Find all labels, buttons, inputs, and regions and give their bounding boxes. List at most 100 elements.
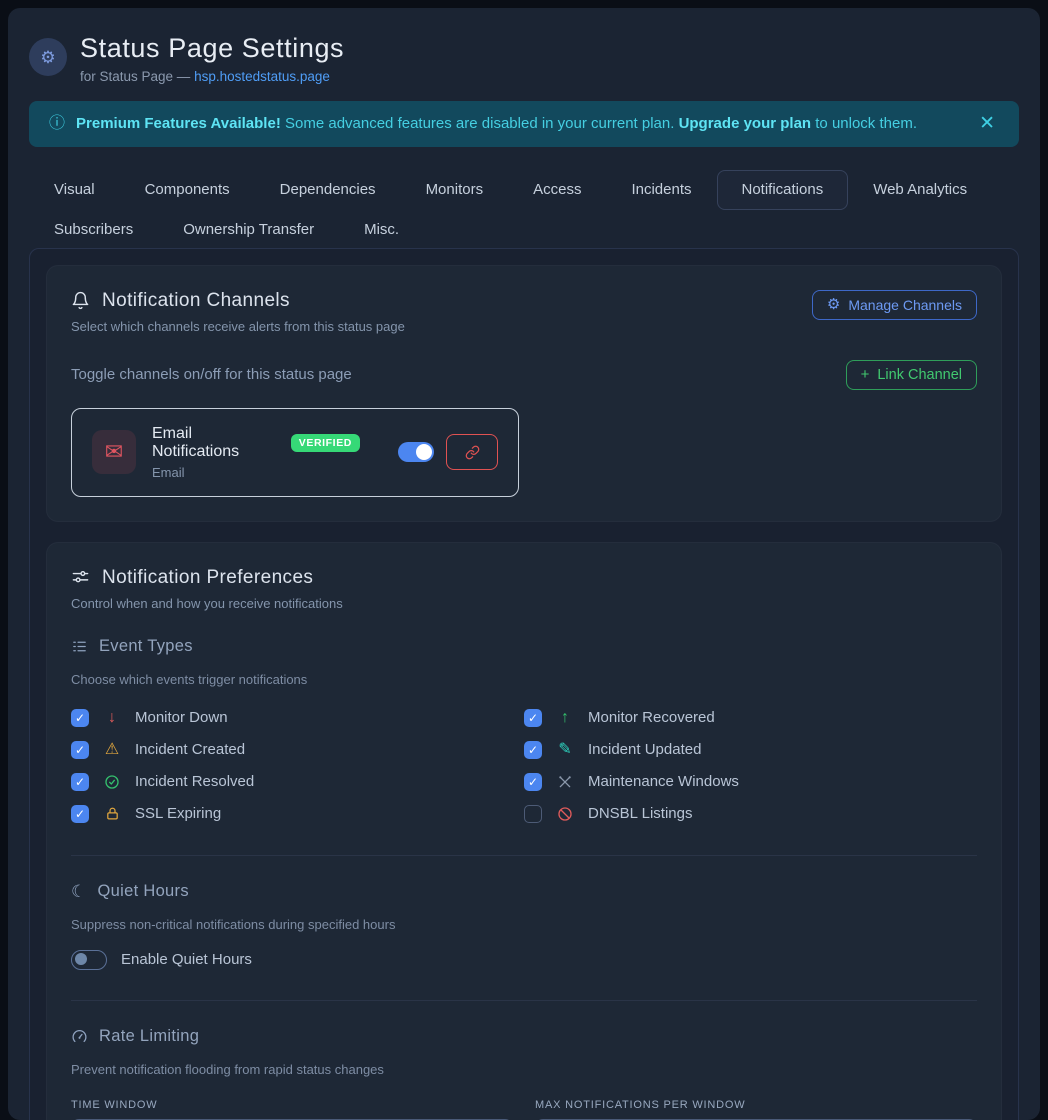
section-divider [71, 855, 977, 856]
page-title: Status Page Settings [80, 32, 344, 66]
tools-icon [555, 774, 575, 790]
time-window-label: TIME WINDOW [71, 1099, 513, 1111]
quiet-hours-heading: ☾ Quiet Hours [71, 882, 977, 901]
channel-info: Email Notifications VERIFIED Email [152, 425, 360, 480]
tab-visual[interactable]: Visual [29, 170, 120, 210]
tab-notifications[interactable]: Notifications [717, 170, 849, 210]
event-label: DNSBL Listings [588, 805, 693, 822]
banner-body: Some advanced features are disabled in y… [281, 115, 679, 132]
bell-icon [71, 291, 90, 310]
warning-icon: ⚠ [102, 742, 122, 758]
tab-dependencies[interactable]: Dependencies [255, 170, 401, 210]
max-notifications-label: MAX NOTIFICATIONS PER WINDOW [535, 1099, 977, 1111]
gear-icon: ⚙ [827, 297, 840, 312]
notification-channels-card: Notification Channels Select which chann… [46, 265, 1002, 522]
sliders-icon [71, 568, 90, 587]
channel-name: Email Notifications [152, 425, 281, 461]
time-window-group: TIME WINDOW 15 minutes [71, 1099, 513, 1120]
email-channel-card: ✉ Email Notifications VERIFIED Email [71, 408, 519, 497]
preferences-title: Notification Preferences [102, 567, 313, 589]
quiet-hours-toggle[interactable] [71, 950, 107, 970]
event-monitor-recovered: ↑ Monitor Recovered [524, 707, 977, 729]
channels-section-head: Notification Channels Select which chann… [71, 290, 977, 334]
lock-icon [102, 806, 122, 821]
event-monitor-down: ↓ Monitor Down [71, 707, 524, 729]
event-incident-created: ⚠ Incident Created [71, 739, 524, 761]
event-types-subtitle: Choose which events trigger notification… [71, 672, 977, 687]
channels-title-row: Notification Channels [71, 290, 405, 312]
banner-headline: Premium Features Available! [76, 115, 281, 132]
channels-title: Notification Channels [102, 290, 290, 312]
event-label: Incident Updated [588, 741, 701, 758]
incident-created-checkbox[interactable] [71, 741, 89, 759]
preferences-subtitle: Control when and how you receive notific… [71, 596, 977, 611]
link-channel-button[interactable]: + Link Channel [846, 360, 977, 390]
tab-misc[interactable]: Misc. [339, 210, 424, 250]
event-label: Maintenance Windows [588, 773, 739, 790]
tab-access[interactable]: Access [508, 170, 606, 210]
link-icon [465, 445, 480, 460]
email-channel-toggle[interactable] [398, 442, 434, 462]
event-incident-updated: ✎ Incident Updated [524, 739, 977, 761]
banner-message: Premium Features Available! Some advance… [76, 115, 964, 132]
rate-limiting-title: Rate Limiting [99, 1027, 199, 1046]
incident-resolved-checkbox[interactable] [71, 773, 89, 791]
maintenance-windows-checkbox[interactable] [524, 773, 542, 791]
ssl-expiring-checkbox[interactable] [71, 805, 89, 823]
incident-updated-checkbox[interactable] [524, 741, 542, 759]
header-text: Status Page Settings for Status Page — h… [80, 32, 344, 84]
gauge-icon [71, 1028, 88, 1045]
info-icon: ⓘ [49, 116, 65, 132]
event-types-heading: Event Types [71, 637, 977, 656]
page-subtitle: for Status Page — hsp.hostedstatus.page [80, 69, 344, 84]
event-ssl-expiring: SSL Expiring [71, 803, 524, 825]
tab-subscribers[interactable]: Subscribers [29, 210, 158, 250]
notification-preferences-card: Notification Preferences Control when an… [46, 542, 1002, 1120]
dnsbl-listings-checkbox[interactable] [524, 805, 542, 823]
event-label: SSL Expiring [135, 805, 221, 822]
event-label: Incident Created [135, 741, 245, 758]
toggle-hint: Toggle channels on/off for this status p… [71, 366, 352, 383]
settings-tabs: Visual Components Dependencies Monitors … [29, 170, 1019, 250]
rate-limiting-form: TIME WINDOW 15 minutes MAX NOTIFICATIONS… [71, 1099, 977, 1120]
list-icon [71, 638, 88, 655]
page-header: ⚙ Status Page Settings for Status Page —… [29, 32, 1019, 84]
channel-name-row: Email Notifications VERIFIED [152, 425, 360, 461]
tab-components[interactable]: Components [120, 170, 255, 210]
check-circle-icon [102, 774, 122, 790]
manage-channels-button[interactable]: ⚙ Manage Channels [812, 290, 977, 320]
tab-incidents[interactable]: Incidents [606, 170, 716, 210]
status-page-link[interactable]: hsp.hostedstatus.page [194, 69, 330, 84]
channel-link-button[interactable] [446, 434, 498, 470]
plus-icon: + [861, 367, 870, 382]
upgrade-plan-link[interactable]: Upgrade your plan [679, 115, 812, 132]
channels-toggle-row: Toggle channels on/off for this status p… [71, 360, 977, 390]
tab-web-analytics[interactable]: Web Analytics [848, 170, 992, 210]
quiet-hours-subtitle: Suppress non-critical notifications duri… [71, 917, 977, 932]
link-channel-label: Link Channel [877, 367, 962, 383]
quiet-hours-title: Quiet Hours [98, 882, 189, 901]
channels-heading: Notification Channels Select which chann… [71, 290, 405, 334]
pencil-icon: ✎ [555, 742, 575, 758]
manage-channels-label: Manage Channels [848, 297, 962, 313]
settings-avatar: ⚙ [29, 38, 67, 76]
section-divider [71, 1000, 977, 1001]
rate-limiting-subtitle: Prevent notification flooding from rapid… [71, 1062, 977, 1077]
event-types-grid: ↓ Monitor Down ⚠ Incident Created Incide… [71, 707, 977, 825]
tab-ownership-transfer[interactable]: Ownership Transfer [158, 210, 339, 250]
tab-monitors[interactable]: Monitors [401, 170, 509, 210]
event-incident-resolved: Incident Resolved [71, 771, 524, 793]
notifications-tab-panel: Notification Channels Select which chann… [29, 248, 1019, 1120]
rate-limiting-heading: Rate Limiting [71, 1027, 977, 1046]
monitor-recovered-checkbox[interactable] [524, 709, 542, 727]
close-icon: ✕ [979, 113, 995, 134]
subtitle-prefix: for Status Page — [80, 69, 194, 84]
preferences-title-row: Notification Preferences [71, 567, 977, 589]
banner-close-button[interactable]: ✕ [975, 112, 999, 135]
monitor-down-checkbox[interactable] [71, 709, 89, 727]
arrow-up-icon: ↑ [555, 710, 575, 726]
channel-type: Email [152, 465, 360, 480]
channels-subtitle: Select which channels receive alerts fro… [71, 319, 405, 334]
moon-icon: ☾ [71, 883, 87, 900]
event-types-title: Event Types [99, 637, 193, 656]
